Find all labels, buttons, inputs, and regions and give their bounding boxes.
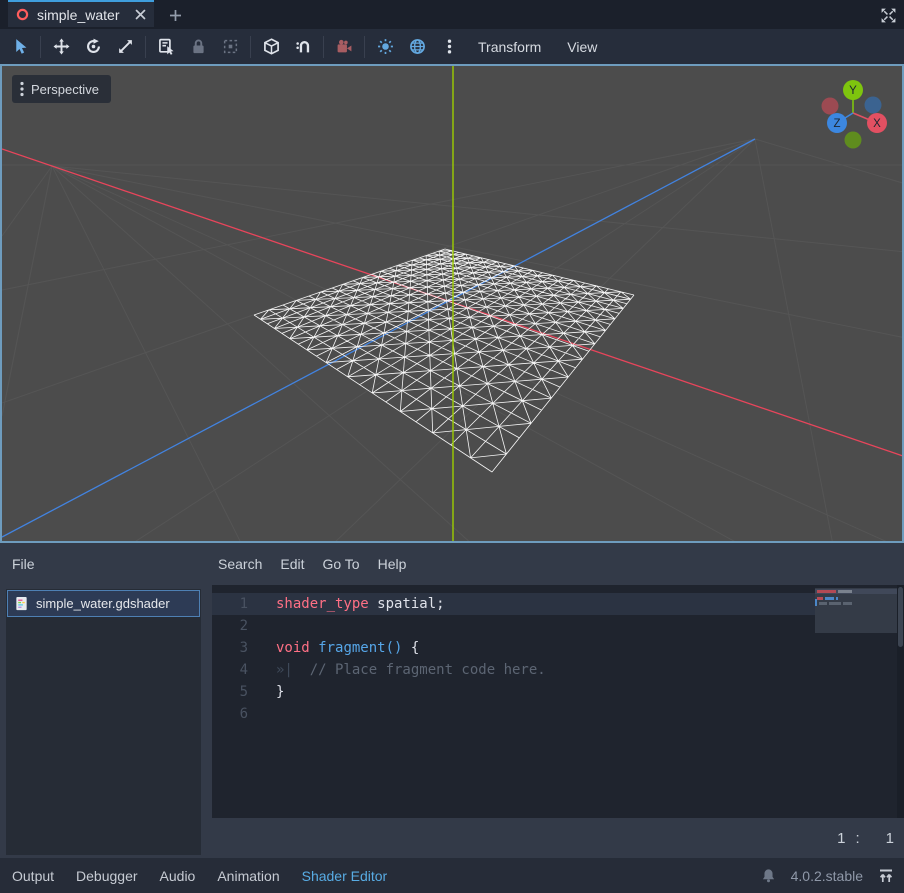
menu-view[interactable]: View (554, 29, 610, 64)
menu-help[interactable]: Help (378, 556, 407, 572)
editor-scrollbar[interactable] (897, 585, 904, 818)
tab-close-icon[interactable] (135, 9, 146, 20)
bottom-tab-animation[interactable]: Animation (217, 868, 279, 884)
bottom-tab-output[interactable]: Output (12, 868, 54, 884)
bottom-panel-bar: Output Debugger Audio Animation Shader Edito… (0, 858, 904, 893)
line-number: 1 (212, 596, 248, 612)
line-number: 2 (212, 618, 248, 634)
select-tool-button[interactable] (4, 29, 36, 64)
globe-icon (409, 38, 426, 55)
toolbar-separator (364, 36, 365, 58)
file-list-item[interactable]: simple_water.gdshader (7, 590, 200, 617)
code-minimap[interactable] (815, 588, 897, 633)
version-label: 4.0.2.stable (791, 868, 863, 884)
fullscreen-button[interactable] (877, 4, 899, 26)
svg-text:Z: Z (833, 118, 840, 130)
list-select-icon (158, 38, 175, 55)
projection-menu-button[interactable]: Perspective (12, 75, 111, 103)
shader-file-list: simple_water.gdshader (6, 589, 201, 855)
snap-toggle-button[interactable] (287, 29, 319, 64)
preview-environment-toggle-button[interactable] (401, 29, 433, 64)
viewport-3d[interactable]: Y X Z Perspective (0, 64, 904, 543)
toolbar-separator (40, 36, 41, 58)
local-space-toggle-button[interactable] (255, 29, 287, 64)
code-line-6[interactable]: 6 (212, 703, 904, 725)
scale-tool-button[interactable] (109, 29, 141, 64)
menu-go-to[interactable]: Go To (322, 556, 359, 572)
code-line-2[interactable]: 2 (212, 615, 904, 637)
kebab-icon (20, 81, 24, 97)
menu-transform[interactable]: Transform (465, 29, 554, 64)
toolbar-separator (250, 36, 251, 58)
bell-icon[interactable] (761, 868, 776, 883)
lock-icon (190, 38, 207, 55)
menu-edit[interactable]: Edit (280, 556, 304, 572)
tab-simple-water[interactable]: simple_water (8, 0, 154, 27)
bottom-dock: File simple_water.gdshader Search Edit Go … (0, 543, 904, 858)
line-text: shader_type spatial; (248, 596, 445, 612)
camera-icon (336, 38, 353, 55)
tab-label: simple_water (37, 7, 135, 23)
new-tab-button[interactable] (163, 3, 187, 27)
menu-file[interactable]: File (12, 556, 35, 572)
bottom-tab-shader-editor[interactable]: Shader Editor (302, 868, 388, 884)
preview-camera-toggle-button[interactable] (328, 29, 360, 64)
list-select-tool-button[interactable] (150, 29, 182, 64)
scene-tab-bar: simple_water (0, 0, 904, 29)
toolbar-separator (145, 36, 146, 58)
lock-selected-button[interactable] (182, 29, 214, 64)
viewport-scene: Y X Z (2, 66, 902, 541)
preview-sun-toggle-button[interactable] (369, 29, 401, 64)
orientation-gizmo: Y X Z (822, 80, 888, 149)
snap-icon (295, 38, 312, 55)
kebab-icon (441, 38, 458, 55)
move-panel-top-icon[interactable] (878, 868, 894, 884)
menu-search[interactable]: Search (218, 556, 262, 572)
cube-icon (263, 38, 280, 55)
line-number: 4 (212, 662, 248, 678)
line-number: 5 (212, 684, 248, 700)
sun-environment-options-button[interactable] (433, 29, 465, 64)
bottom-tab-audio[interactable]: Audio (160, 868, 196, 884)
code-line-4[interactable]: 4»| // Place fragment code here. (212, 659, 904, 681)
rotate-icon (85, 38, 102, 55)
line-text: } (248, 684, 284, 700)
file-name: simple_water.gdshader (36, 596, 170, 611)
shader-code-editor[interactable]: 1shader_type spatial;23void fragment() {… (212, 585, 904, 818)
projection-label: Perspective (31, 82, 99, 97)
line-text: »| // Place fragment code here. (248, 662, 546, 678)
group-selected-button[interactable] (214, 29, 246, 64)
code-line-3[interactable]: 3void fragment() { (212, 637, 904, 659)
line-number: 6 (212, 706, 248, 722)
rotate-tool-button[interactable] (77, 29, 109, 64)
select-icon (12, 38, 29, 55)
svg-text:Y: Y (849, 85, 857, 97)
line-number: 3 (212, 640, 248, 656)
svg-text:X: X (873, 118, 881, 130)
code-line-5[interactable]: 5} (212, 681, 904, 703)
group-icon (222, 38, 239, 55)
code-line-1[interactable]: 1shader_type spatial; (212, 593, 904, 615)
line-text: void fragment() { (248, 640, 419, 656)
bottom-tab-debugger[interactable]: Debugger (76, 868, 138, 884)
scale-icon (117, 38, 134, 55)
move-tool-button[interactable] (45, 29, 77, 64)
sun-icon (377, 38, 394, 55)
toolbar-separator (323, 36, 324, 58)
shader-file-icon (14, 596, 29, 611)
spatial-editor-toolbar: Transform View (0, 29, 904, 64)
shader-circle-icon (16, 8, 29, 21)
caret-position: 1:1 (212, 818, 904, 858)
move-icon (53, 38, 70, 55)
